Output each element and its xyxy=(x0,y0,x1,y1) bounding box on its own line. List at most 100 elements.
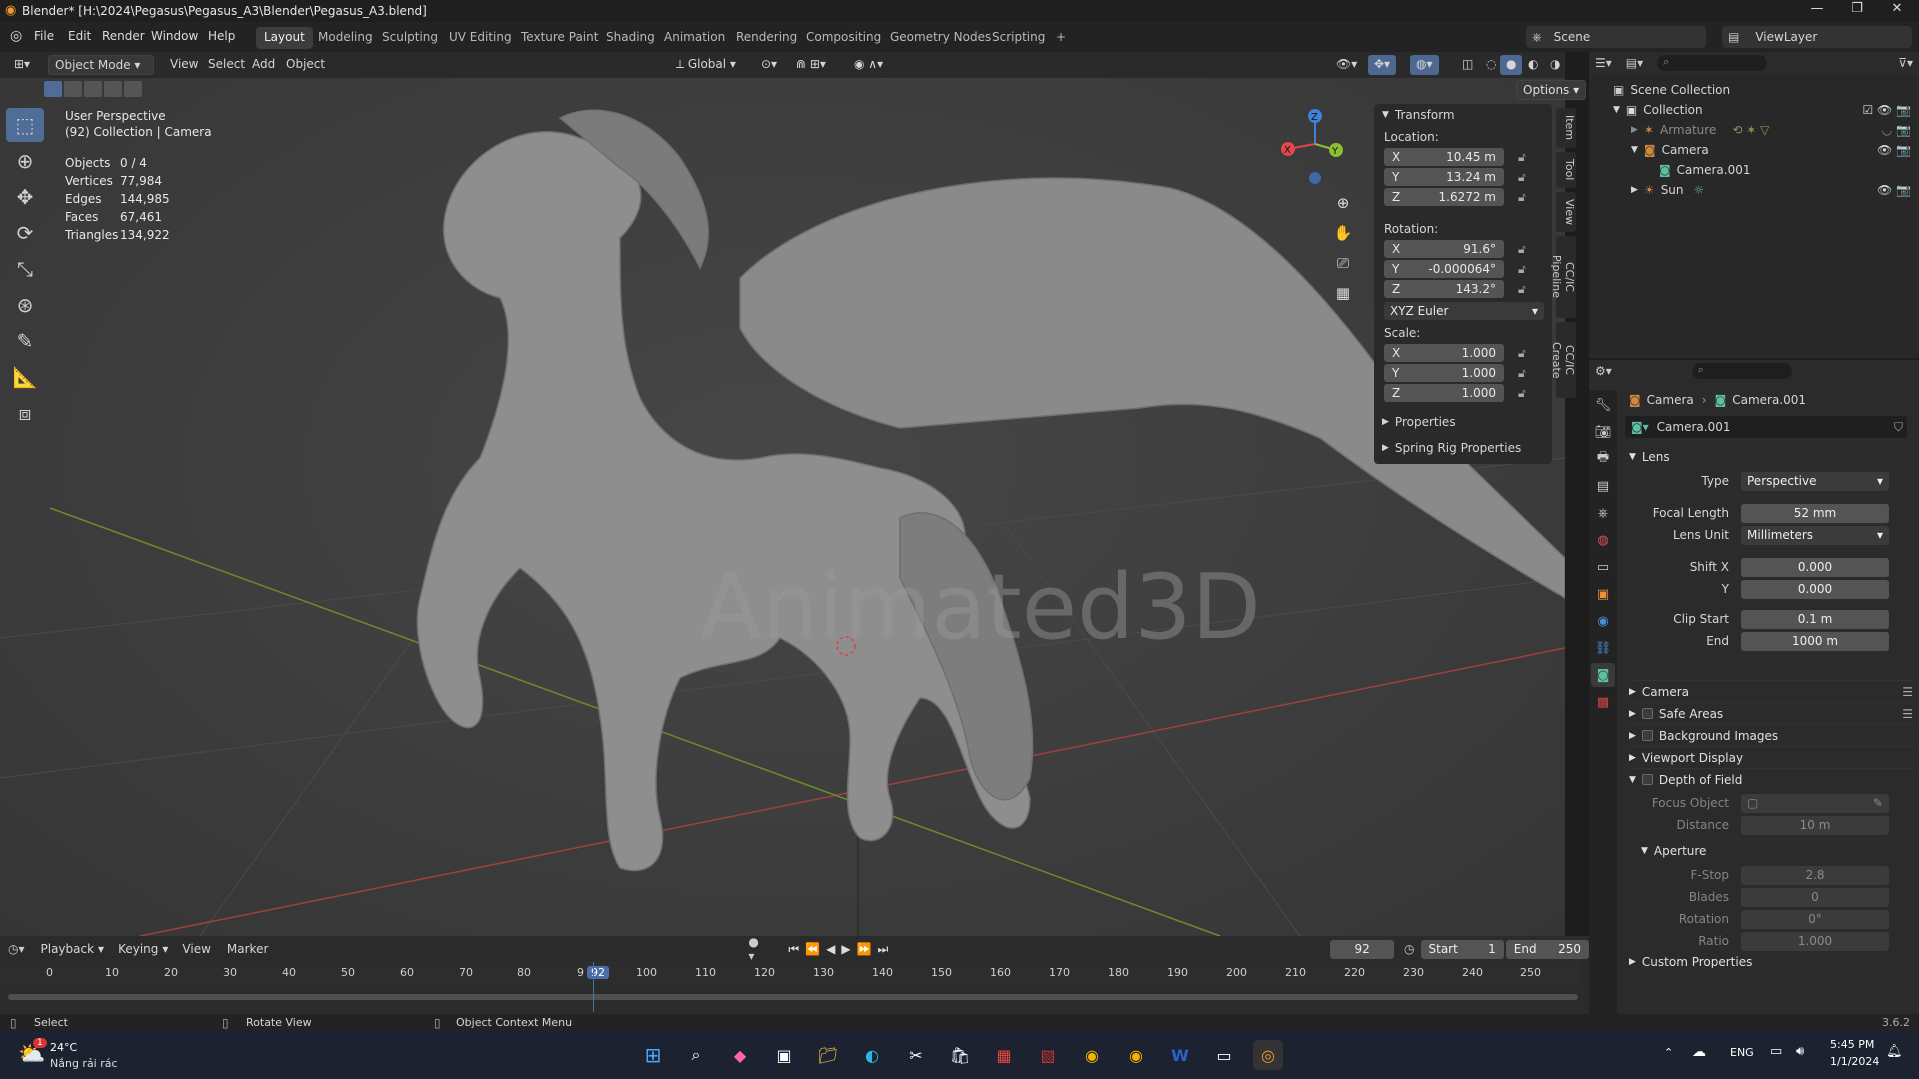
select-new-icon[interactable] xyxy=(44,81,62,97)
tab-item[interactable]: Item xyxy=(1556,108,1576,148)
task-view-icon[interactable]: ▣ xyxy=(769,1040,799,1070)
minimize-button[interactable]: — xyxy=(1797,1,1837,21)
outliner-editor-icon[interactable]: ☰▾ xyxy=(1595,56,1612,70)
outliner-row[interactable]: ▶ ☀ Sun ☼ 👁 📷 xyxy=(1589,180,1919,200)
menu-playback[interactable]: Playback xyxy=(41,942,95,956)
outliner-search-icon[interactable]: ⌕ xyxy=(1657,55,1768,71)
3d-viewport[interactable]: Animated3D User Perspective (92) Collect… xyxy=(0,78,1565,936)
clip-start-field[interactable]: 0.1 m xyxy=(1741,609,1889,629)
fake-user-icon[interactable]: ⛉ xyxy=(1894,420,1903,435)
tab-layout[interactable]: Layout xyxy=(256,27,313,49)
zoom-icon[interactable]: ⊕ xyxy=(1330,194,1356,224)
gizmo-neg-z[interactable] xyxy=(1309,172,1321,184)
scale-tool-icon[interactable]: ⤡ xyxy=(6,252,44,286)
widgets-icon[interactable]: ◆ xyxy=(725,1040,755,1070)
output-icon[interactable]: 🖶︎ xyxy=(1591,447,1615,471)
custom-properties-panel-header[interactable]: ▶ Custom Properties xyxy=(1629,956,1913,968)
constraints-icon[interactable]: ⛓︎ xyxy=(1591,636,1615,660)
focal-length-field[interactable]: 52 mm xyxy=(1741,503,1889,523)
render-icon[interactable]: 📷︎ xyxy=(1591,420,1615,444)
camera-data-tab-icon[interactable]: ◙ xyxy=(1591,663,1615,687)
file-explorer-icon[interactable]: 📁︎ xyxy=(813,1040,843,1070)
current-frame-field[interactable]: 92 xyxy=(1330,939,1395,959)
location-z-field[interactable]: Z 1.6272 m xyxy=(1384,188,1504,206)
lens-type-dropdown[interactable]: Perspective ▾ xyxy=(1741,471,1889,491)
properties-panel-header[interactable]: ▶ Properties xyxy=(1382,412,1456,432)
tool-settings-icon[interactable]: 🔧︎ xyxy=(1591,393,1615,417)
terminal-icon[interactable]: ▭ xyxy=(1209,1040,1239,1070)
tab-modeling[interactable]: Modeling xyxy=(310,27,381,49)
rotation-y-field[interactable]: Y -0.000064° xyxy=(1384,260,1504,278)
tab-sculpting[interactable]: Sculpting xyxy=(374,27,446,49)
menu-render[interactable]: Render xyxy=(102,29,145,43)
gizmo-toggle-icon[interactable]: ✥▾ xyxy=(1368,55,1397,75)
tab-scripting[interactable]: Scripting xyxy=(984,27,1053,49)
visibility-eye-icon[interactable]: 👁 📷 xyxy=(1877,183,1911,197)
chrome-profile-icon[interactable]: ◉ xyxy=(1121,1040,1151,1070)
playback-controls[interactable]: ⏮⏪◀▶⏩⏭ xyxy=(788,942,894,957)
visibility-eye-icon[interactable]: 👁 📷 xyxy=(1877,143,1911,157)
onedrive-icon[interactable]: ☁ xyxy=(1692,1044,1706,1060)
aperture-rotation-field[interactable]: 0° xyxy=(1741,909,1889,929)
select-box-tool-icon[interactable]: ⬚ xyxy=(6,108,44,142)
shift-y-field[interactable]: 0.000 xyxy=(1741,579,1889,599)
notification-bell-icon[interactable]: 🔔︎ xyxy=(1886,1044,1903,1059)
filter-icon[interactable]: ⊽▾ xyxy=(1898,56,1913,70)
visibility-icon[interactable]: 👁▾ xyxy=(1330,55,1363,75)
viewlayer-selector[interactable]: ▤ ViewLayer xyxy=(1722,26,1912,48)
lock-icon[interactable]: 🔓︎ xyxy=(1518,386,1526,401)
lock-icon[interactable]: 🔓︎ xyxy=(1518,242,1526,257)
camera-datablock-field[interactable]: ◙▾ Camera.001 ⛉ xyxy=(1625,416,1907,438)
timeline-scrollbar[interactable] xyxy=(8,994,1578,1000)
location-x-field[interactable]: X 10.45 m xyxy=(1384,148,1504,166)
xray-icon[interactable]: ◫ xyxy=(1456,55,1479,75)
start-frame-field[interactable]: Start 1 xyxy=(1420,939,1504,959)
scale-z-field[interactable]: Z 1.000 xyxy=(1384,384,1504,402)
annotate-tool-icon[interactable]: ✎ xyxy=(6,324,44,358)
outliner-row[interactable]: ▶ ✶ Armature ⟲ ✶ ▽ ◡ 📷 xyxy=(1589,120,1919,140)
rotate-tool-icon[interactable]: ⟳ xyxy=(6,216,44,250)
tab-texture-paint[interactable]: Texture Paint xyxy=(513,27,606,49)
select-intersect-icon[interactable] xyxy=(124,81,142,97)
focus-object-field[interactable]: ▢ ✎ xyxy=(1741,793,1889,813)
blades-field[interactable]: 0 xyxy=(1741,887,1889,907)
menu-help[interactable]: Help xyxy=(208,29,235,43)
properties-search-icon[interactable]: ⌕ xyxy=(1691,363,1792,379)
world-icon[interactable]: ◍ xyxy=(1591,528,1615,552)
safe-areas-panel-header[interactable]: ▶ Safe Areas ☰ xyxy=(1629,702,1913,724)
playhead-line[interactable] xyxy=(593,962,594,1012)
menu-add[interactable]: Add xyxy=(246,55,281,75)
clock-date[interactable]: 1/1/2024 xyxy=(1830,1055,1879,1068)
frame-ruler[interactable]: 0 10 20 30 40 50 60 70 80 9 92 100 110 120 130 140 150 16… xyxy=(0,962,1580,984)
view-layer-icon[interactable]: ▤ xyxy=(1591,474,1615,498)
collection-icon[interactable]: ▭ xyxy=(1591,555,1615,579)
preview-range-icon[interactable]: ◷ xyxy=(1404,942,1414,956)
eyedropper-icon[interactable]: ✎ xyxy=(1873,796,1883,810)
visibility-eye-icon[interactable]: ☑ 👁 📷 xyxy=(1862,103,1911,117)
menu-edit[interactable]: Edit xyxy=(68,29,91,43)
menu-view[interactable]: View xyxy=(182,942,210,956)
lock-icon[interactable]: 🔓︎ xyxy=(1518,190,1526,205)
rotation-mode-dropdown[interactable]: XYZ Euler ▾ xyxy=(1384,302,1544,320)
dof-checkbox[interactable] xyxy=(1641,774,1653,785)
outliner-row[interactable]: ◙ Camera.001 xyxy=(1589,160,1919,180)
menu-select[interactable]: Select xyxy=(202,55,251,75)
aperture-ratio-field[interactable]: 1.000 xyxy=(1741,931,1889,951)
close-button[interactable]: ✕ xyxy=(1877,1,1917,21)
windows-start-icon[interactable]: ⊞ xyxy=(638,1040,668,1070)
tab-compositing[interactable]: Compositing xyxy=(798,27,889,49)
outliner-row[interactable]: ▣ Scene Collection xyxy=(1589,80,1919,100)
add-cube-tool-icon[interactable]: ⧈ xyxy=(6,396,44,430)
proportional-edit-icon[interactable]: ◉ ∧▾ xyxy=(848,55,889,75)
lens-panel-header[interactable]: ▼ Lens xyxy=(1589,446,1919,468)
shift-x-field[interactable]: 0.000 xyxy=(1741,557,1889,577)
outliner-row[interactable]: ▼ ▣ Collection ☑ 👁 📷 xyxy=(1589,100,1919,120)
rotation-x-field[interactable]: X 91.6° xyxy=(1384,240,1504,258)
select-extend-icon[interactable] xyxy=(64,81,82,97)
add-workspace-button[interactable]: + xyxy=(1048,27,1074,49)
lock-icon[interactable]: 🔓︎ xyxy=(1518,282,1526,297)
lens-unit-dropdown[interactable]: Millimeters ▾ xyxy=(1741,525,1889,545)
background-images-panel-header[interactable]: ▶ Background Images xyxy=(1629,724,1913,746)
shading-rendered-icon[interactable]: ◑ xyxy=(1544,55,1566,75)
lock-icon[interactable]: 🔓︎ xyxy=(1518,170,1526,185)
